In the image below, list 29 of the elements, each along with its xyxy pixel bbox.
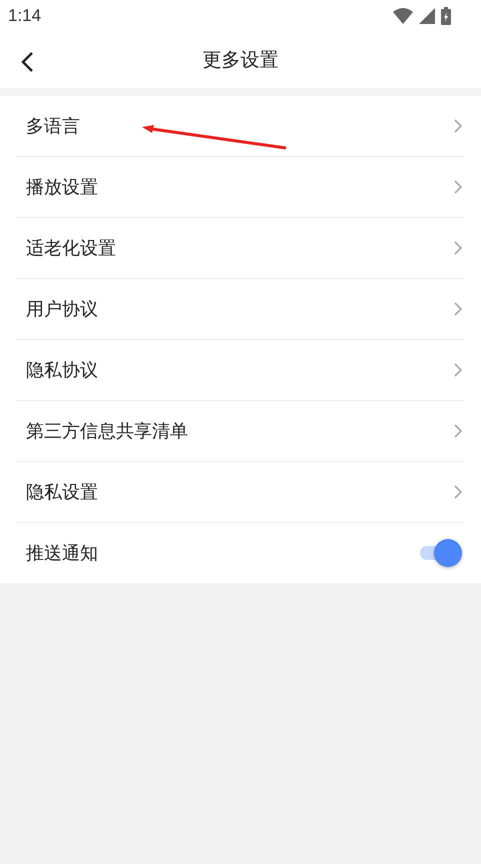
status-time: 1:14 [8,6,42,26]
chevron-icon [454,180,462,194]
settings-row[interactable]: 用户协议 [16,279,464,340]
toggle-switch[interactable] [418,539,462,567]
row-label: 隐私协议 [26,359,98,382]
battery-icon [441,7,451,25]
row-label: 第三方信息共享清单 [26,420,188,443]
settings-row[interactable]: 适老化设置 [16,218,464,279]
chevron-icon [454,485,462,499]
settings-row[interactable]: 隐私设置 [16,462,464,523]
settings-row[interactable]: 第三方信息共享清单 [16,401,464,462]
wifi-icon [393,8,413,24]
chevron-icon [454,302,462,316]
signal-icon [419,8,435,24]
settings-row[interactable]: 推送通知 [16,523,464,583]
row-label: 播放设置 [26,176,98,199]
row-label: 用户协议 [26,298,98,321]
page-title: 更多设置 [202,48,278,73]
chevron-icon [454,119,462,133]
settings-row[interactable]: 播放设置 [16,157,464,218]
row-label: 隐私设置 [26,481,98,504]
chevron-icon [454,241,462,255]
chevron-icon [454,363,462,377]
row-label: 适老化设置 [26,237,116,260]
row-label: 推送通知 [26,542,98,565]
row-label: 多语言 [26,115,80,138]
chevron-icon [454,424,462,438]
settings-row[interactable]: 隐私协议 [16,340,464,401]
settings-row[interactable]: 多语言 [16,96,464,157]
